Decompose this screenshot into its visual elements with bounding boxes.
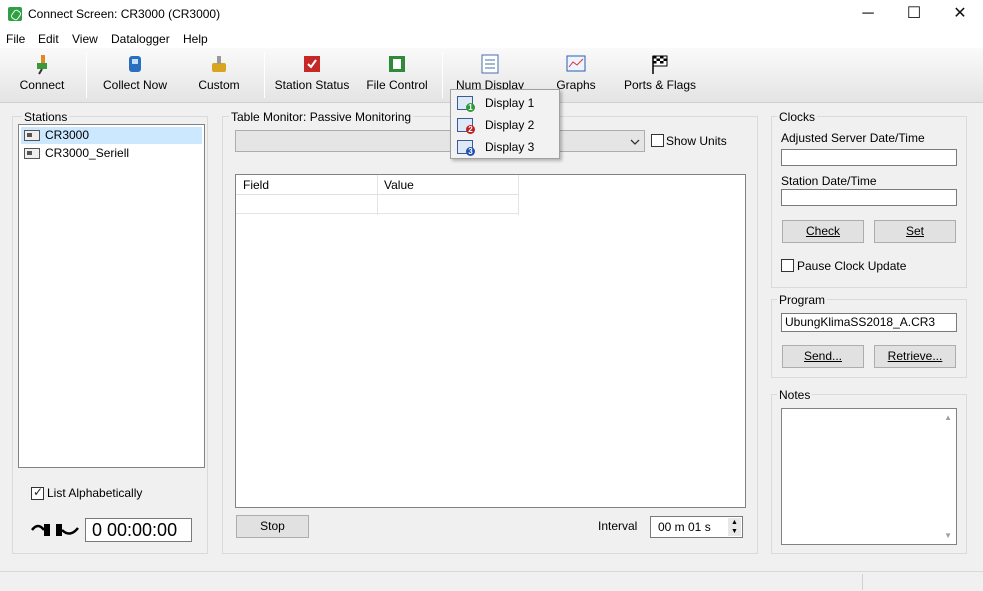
minimize-button[interactable]: ─ [845,0,891,30]
chevron-down-icon [630,139,640,145]
menu-view[interactable]: View [72,32,98,46]
menu-file[interactable]: File [6,32,25,46]
app-icon [8,7,22,21]
display-1-icon: 1 [457,96,475,112]
file-control-icon [389,56,405,72]
interval-value: 00 m 01 s [658,520,711,534]
stop-button[interactable]: Stop [236,515,309,538]
collect-now-label: Collect Now [102,78,168,92]
list-alphabetically-checkbox[interactable] [31,485,44,500]
num-display-icon [481,54,499,74]
menu-item-display-3[interactable]: 3 Display 3 [453,136,557,158]
pause-clock-checkbox[interactable] [781,259,794,272]
check-button[interactable]: Check [782,220,864,243]
station-status-label: Station Status [274,78,350,92]
retrieve-label: Retrieve... [887,349,943,363]
station-item-label: CR3000 [45,128,90,142]
connect-button[interactable]: Connect [12,48,72,102]
monitor-grid[interactable]: Field Value [235,174,746,508]
datalogger-icon [24,148,40,159]
grid-header: Field Value [236,175,519,215]
station-item-cr3000[interactable]: CR3000 [21,127,202,144]
display-2-icon: 2 [457,118,475,134]
column-header-field: Field [243,178,270,192]
window-title: Connect Screen: CR3000 (CR3000) [28,7,221,21]
display-3-icon: 3 [457,140,475,156]
menu-bar: File Edit View Datalogger Help [0,30,983,48]
menu-item-display-2[interactable]: 2 Display 2 [453,114,557,136]
program-field: UbungKlimaSS2018_A.CR3 [781,313,957,332]
ports-flags-button[interactable]: Ports & Flags [622,48,698,102]
connect-label: Connect [19,78,65,92]
adjusted-server-label: Adjusted Server Date/Time [781,131,925,145]
table-select-dropdown[interactable] [235,130,645,152]
status-bar [0,571,983,591]
file-control-button[interactable]: File Control [362,48,432,102]
adjusted-server-field [781,149,957,166]
collect-icon [129,56,141,72]
check-label: Check [805,224,840,238]
collect-now-button[interactable]: Collect Now [98,48,172,102]
spin-up-icon[interactable]: ▲ [728,518,741,527]
connection-status-icon [31,524,79,536]
menu-datalogger[interactable]: Datalogger [111,32,170,46]
toolbar-separator [264,52,265,98]
send-label: Send... [803,349,843,363]
station-status-icon [304,56,320,72]
plug-icon [37,55,47,75]
set-label: Set [905,224,924,238]
station-date-label: Station Date/Time [781,174,877,188]
table-monitor-label: Table Monitor: Passive Monitoring [229,110,414,124]
toolbar-separator [442,52,443,98]
pause-clock-label: Pause Clock Update [797,259,907,273]
show-units-label: Show Units [666,134,727,148]
custom-icon [212,56,226,72]
station-status-button[interactable]: Station Status [272,48,352,102]
ports-flags-label: Ports & Flags [623,78,697,92]
program-label: Program [777,293,828,307]
station-item-label: CR3000_Seriell [45,146,130,160]
grid-row [236,213,519,214]
send-button[interactable]: Send... [782,345,864,368]
status-divider [862,574,863,590]
column-header-value: Value [384,178,414,192]
notes-textarea[interactable]: ▲ ▼ [781,408,957,545]
station-item-cr3000-seriell[interactable]: CR3000_Seriell [21,145,202,162]
num-display-menu: 1 Display 1 2 Display 2 3 Display 3 [450,89,560,159]
interval-label: Interval [598,519,638,533]
file-control-label: File Control [366,78,428,92]
notes-label: Notes [777,388,813,402]
display-3-label: Display 3 [485,140,535,154]
toolbar-separator [86,52,87,98]
checkered-flag-icon [652,55,668,74]
column-divider [377,175,378,215]
scroll-down-icon[interactable]: ▼ [944,531,952,540]
close-button[interactable]: ✕ [937,0,983,30]
menu-edit[interactable]: Edit [38,32,59,46]
clocks-label: Clocks [777,110,818,124]
display-1-label: Display 1 [485,96,535,110]
interval-spinner[interactable]: 00 m 01 s ▲ ▼ [650,516,743,538]
display-2-label: Display 2 [485,118,535,132]
menu-help[interactable]: Help [183,32,208,46]
spin-down-icon[interactable]: ▼ [728,527,741,536]
custom-label: Custom [198,78,240,92]
connection-timer: 0 00:00:00 [85,518,192,542]
column-divider [518,175,519,215]
graphs-icon [566,55,586,72]
stations-label: Stations [22,110,70,124]
title-bar: Connect Screen: CR3000 (CR3000) ─ ☐ ✕ [0,0,983,30]
set-button[interactable]: Set [874,220,956,243]
retrieve-button[interactable]: Retrieve... [874,345,956,368]
show-units-checkbox[interactable] [651,134,664,147]
stations-list[interactable]: CR3000 CR3000_Seriell [18,124,205,468]
menu-item-display-1[interactable]: 1 Display 1 [453,92,557,114]
scroll-up-icon[interactable]: ▲ [944,413,952,422]
datalogger-icon [24,130,40,141]
custom-button[interactable]: Custom [190,48,248,102]
maximize-button[interactable]: ☐ [891,0,937,30]
station-date-field [781,189,957,206]
list-alphabetically-label: List Alphabetically [47,486,143,500]
